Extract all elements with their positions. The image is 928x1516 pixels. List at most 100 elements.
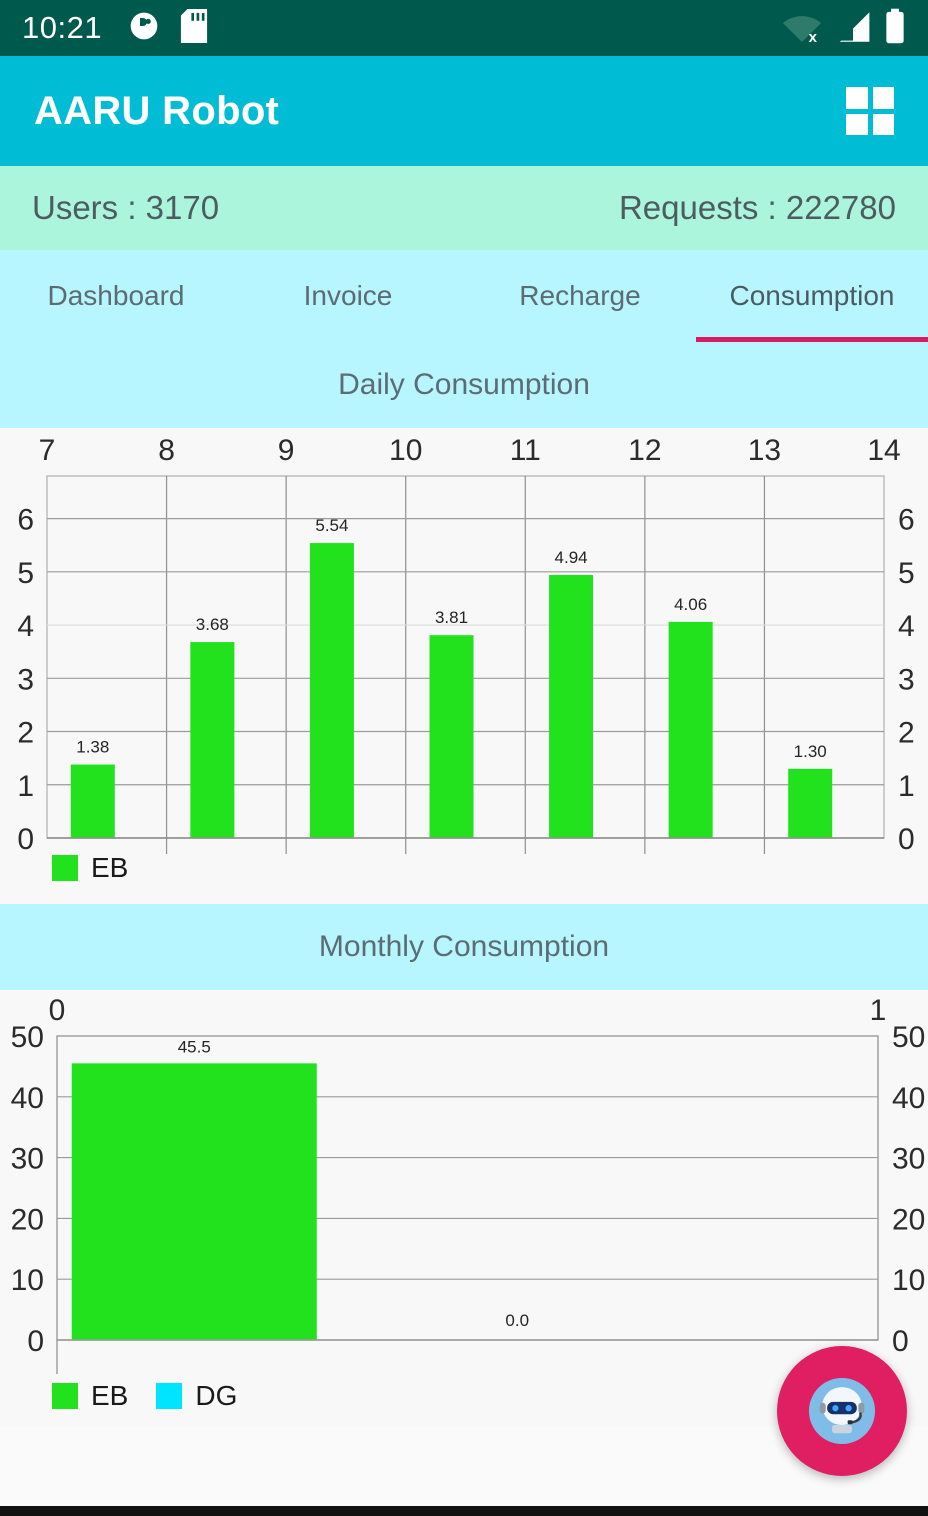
x-tick-label: 0 xyxy=(49,994,66,1027)
sd-card-icon xyxy=(180,8,208,48)
grid-cell xyxy=(872,113,894,135)
status-bar: 10:21 x xyxy=(0,0,928,56)
legend-swatch-eb xyxy=(52,1383,78,1409)
y-tick-label-left: 4 xyxy=(17,610,34,643)
y-tick-label-left: 30 xyxy=(11,1143,44,1176)
legend-swatch-eb xyxy=(52,855,78,881)
monthly-chart-canvas: 0 10 010 1020 2030 3040 4050 5045.50.0 xyxy=(11,994,925,1374)
tab-bar: Dashboard Invoice Recharge Consumption D… xyxy=(0,250,928,428)
tab-dashboard[interactable]: Dashboard xyxy=(0,250,232,342)
bar xyxy=(429,635,474,838)
bar xyxy=(309,543,354,838)
monthly-consumption-chart: 0 1 0 0 10 10 20 20 30 30 40 40 50 50 45.5 0.0 EB DG xyxy=(0,990,928,1426)
users-count: Users : 3170 xyxy=(32,189,220,226)
y-tick-label-right: 10 xyxy=(892,1264,925,1297)
grid-cell xyxy=(846,113,868,135)
legend-label-eb: EB xyxy=(91,1380,129,1411)
bar-value-label: 4.94 xyxy=(555,548,588,567)
y-tick-label-right: 2 xyxy=(898,717,915,750)
wifi-off-icon: x xyxy=(782,10,822,49)
app-notification-icon xyxy=(128,10,160,47)
stats-bar: Users : 3170 Requests : 222780 xyxy=(0,166,928,250)
robot-assistant-icon xyxy=(809,1378,875,1444)
y-tick-label-left: 1 xyxy=(17,770,34,803)
grid-cell xyxy=(872,87,894,109)
x-tick-label: 7 xyxy=(39,434,56,467)
y-tick-label-right: 6 xyxy=(898,504,915,537)
bar xyxy=(788,768,833,838)
grid-menu-icon[interactable] xyxy=(846,87,894,135)
bar-value-label: 3.81 xyxy=(435,608,468,627)
y-tick-label-left: 5 xyxy=(17,557,34,590)
tab-label: Recharge xyxy=(519,280,641,311)
y-tick-label-left: 6 xyxy=(17,504,34,537)
grid-cell xyxy=(846,87,868,109)
y-tick-label-left: 20 xyxy=(11,1203,44,1236)
monthly-consumption-heading: Monthly Consumption xyxy=(0,904,928,990)
y-tick-label-right: 5 xyxy=(898,557,915,590)
x-tick-label: 13 xyxy=(748,434,781,467)
bar-value-label: 3.68 xyxy=(196,615,229,634)
status-notification-icons xyxy=(128,8,208,48)
x-tick-label: 9 xyxy=(278,434,295,467)
y-tick-label-right: 20 xyxy=(892,1203,925,1236)
daily-consumption-heading: Daily Consumption xyxy=(0,342,928,428)
legend-item-dg: DG xyxy=(156,1380,237,1412)
y-tick-label-left: 10 xyxy=(11,1264,44,1297)
legend-item-eb: EB xyxy=(52,1380,128,1412)
requests-count: Requests : 222780 xyxy=(618,189,896,226)
tab-label: Consumption xyxy=(729,280,895,311)
bar xyxy=(549,575,594,838)
battery-icon xyxy=(884,8,906,49)
legend-swatch-dg xyxy=(156,1383,183,1409)
y-tick-label-left: 0 xyxy=(27,1325,44,1358)
bar-value-label: 45.5 xyxy=(178,1037,211,1056)
bar xyxy=(70,764,115,838)
x-tick-label: 10 xyxy=(389,434,422,467)
tab-label: Invoice xyxy=(303,280,393,311)
legend-label-dg: DG xyxy=(195,1380,238,1411)
y-tick-label-right: 40 xyxy=(892,1082,925,1115)
daily-chart-canvas: 7 8 9 10 11 12 13 140 01 12 23 34 45 56 61.383.685.543… xyxy=(17,434,915,856)
y-tick-label-left: 40 xyxy=(11,1082,44,1115)
y-tick-label-right: 50 xyxy=(892,1021,925,1054)
app-title: AARU Robot xyxy=(34,88,280,133)
bar xyxy=(190,642,235,838)
tab-consumption[interactable]: Consumption xyxy=(696,250,928,342)
bar-value-label: 4.06 xyxy=(674,595,707,614)
y-tick-label-left: 2 xyxy=(17,717,34,750)
y-tick-label-right: 3 xyxy=(898,663,915,696)
bar-value-label: 0.0 xyxy=(505,1311,529,1330)
y-tick-label-right: 0 xyxy=(898,823,915,856)
y-tick-label-left: 50 xyxy=(11,1021,44,1054)
active-tab-indicator xyxy=(696,337,928,342)
x-tick-label: 12 xyxy=(628,434,661,467)
signal-icon xyxy=(835,10,871,49)
bar-value-label: 1.38 xyxy=(76,738,109,757)
bar xyxy=(71,1063,317,1340)
app-screen: 10:21 x AARU Robot Users: 3170 Requests… xyxy=(0,0,928,1516)
x-tick-label: 11 xyxy=(510,434,541,467)
daily-consumption-chart: 7 8 9 10 11 12 13 14 0 0 1 1 2 2 3 3 4 4 5 5 6 6 1.38 3.68 5.54 3… xyxy=(0,428,928,904)
system-navigation-bar xyxy=(0,1506,928,1516)
y-tick-label-right: 4 xyxy=(898,610,915,643)
y-tick-label-left: 3 xyxy=(17,663,34,696)
daily-chart-legend: EB xyxy=(0,852,928,904)
legend-label-eb: EB xyxy=(91,852,129,883)
tab-list: Dashboard Invoice Recharge Consumption xyxy=(0,250,928,342)
status-system-icons: x xyxy=(782,8,906,49)
legend-item-eb: EB xyxy=(52,852,128,884)
x-tick-label: 1 xyxy=(870,994,887,1027)
tab-label: Dashboard xyxy=(47,280,185,311)
bar xyxy=(668,621,713,838)
svg-text:x: x xyxy=(809,29,818,44)
y-tick-label-right: 30 xyxy=(892,1143,925,1176)
bar-value-label: 5.54 xyxy=(315,516,348,535)
x-tick-label: 8 xyxy=(158,434,175,467)
robot-assistant-fab[interactable] xyxy=(777,1346,907,1476)
tab-recharge[interactable]: Recharge xyxy=(464,250,696,342)
y-tick-label-left: 0 xyxy=(17,823,34,856)
tab-invoice[interactable]: Invoice xyxy=(232,250,464,342)
y-tick-label-right: 0 xyxy=(892,1325,909,1358)
app-bar: AARU Robot xyxy=(0,56,928,166)
